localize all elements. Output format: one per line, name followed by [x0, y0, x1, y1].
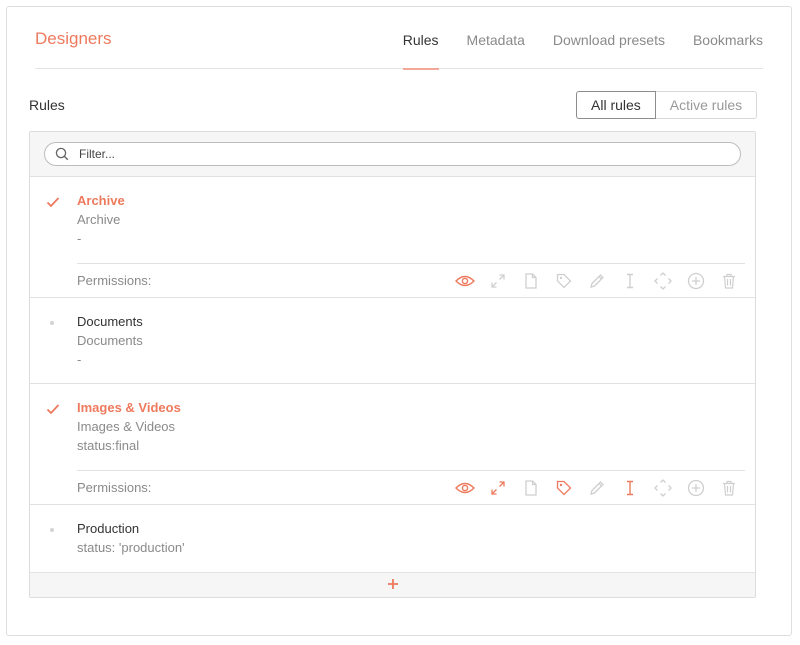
text-cursor-icon[interactable]: [613, 271, 646, 291]
permissions-label: Permissions:: [77, 273, 152, 288]
tab-bar: Rules Metadata Download presets Bookmark…: [375, 32, 763, 70]
plus-circle-icon[interactable]: [679, 271, 712, 291]
search-icon: [55, 147, 69, 161]
rule-item-production[interactable]: Production status: 'production': [30, 505, 755, 572]
text-cursor-icon[interactable]: [613, 478, 646, 498]
page-title: Designers: [35, 29, 112, 48]
filter-bar: [30, 132, 755, 177]
filter-input[interactable]: [79, 145, 719, 163]
checkmark-icon[interactable]: [46, 402, 60, 416]
file-icon[interactable]: [514, 271, 547, 291]
rule-name: Archive: [77, 193, 125, 208]
add-rule-bar: [30, 572, 755, 597]
file-icon[interactable]: [514, 478, 547, 498]
rule-name: Images & Videos: [77, 400, 181, 415]
rule-name: Documents: [77, 314, 143, 329]
all-rules-button[interactable]: All rules: [576, 91, 656, 119]
inactive-dot-icon[interactable]: [50, 528, 54, 532]
expand-icon[interactable]: [481, 478, 514, 498]
tab-metadata[interactable]: Metadata: [467, 32, 525, 69]
add-icon[interactable]: [387, 578, 399, 590]
rule-query: -: [77, 231, 82, 246]
inactive-dot-icon[interactable]: [50, 321, 54, 325]
tab-rules[interactable]: Rules: [402, 32, 439, 70]
plus-circle-icon[interactable]: [679, 478, 712, 498]
filter-field: [44, 142, 741, 166]
trash-icon[interactable]: [712, 271, 745, 291]
tag-icon[interactable]: [547, 478, 580, 498]
permissions-row: Permissions:: [77, 470, 745, 504]
rule-query: status:final: [77, 438, 140, 453]
pencil-icon[interactable]: [580, 271, 613, 291]
tag-icon[interactable]: [547, 271, 580, 291]
eye-icon[interactable]: [448, 271, 481, 291]
trash-icon[interactable]: [712, 478, 745, 498]
rule-item-images-videos[interactable]: Images & Videos Images & Videos status:f…: [30, 384, 755, 505]
permissions-row: Permissions:: [77, 263, 745, 297]
active-rules-button[interactable]: Active rules: [655, 91, 758, 119]
eye-icon[interactable]: [448, 478, 481, 498]
permissions-label: Permissions:: [77, 480, 152, 495]
permission-icons: [448, 271, 745, 291]
rule-name: Production: [77, 521, 140, 536]
pencil-icon[interactable]: [580, 478, 613, 498]
checkmark-icon[interactable]: [46, 195, 60, 209]
tab-download-presets[interactable]: Download presets: [553, 32, 665, 69]
rules-panel: Archive Archive - Permissions: Documents…: [29, 131, 756, 598]
section-label: Rules: [29, 97, 65, 113]
rule-description: Images & Videos: [77, 419, 176, 434]
permission-icons: [448, 478, 745, 498]
rule-description: Documents: [77, 333, 143, 348]
header: Designers Rules Metadata Download preset…: [35, 7, 763, 70]
tab-bookmarks[interactable]: Bookmarks: [693, 32, 763, 69]
rule-query: -: [77, 352, 82, 367]
rule-description: Archive: [77, 212, 121, 227]
move-icon[interactable]: [646, 478, 679, 498]
rule-description: status: 'production': [77, 540, 185, 555]
rules-filter-toggle: All rules Active rules: [576, 91, 758, 119]
expand-icon[interactable]: [481, 271, 514, 291]
rule-item-documents[interactable]: Documents Documents -: [30, 298, 755, 384]
move-icon[interactable]: [646, 271, 679, 291]
rule-item-archive[interactable]: Archive Archive - Permissions:: [30, 177, 755, 298]
